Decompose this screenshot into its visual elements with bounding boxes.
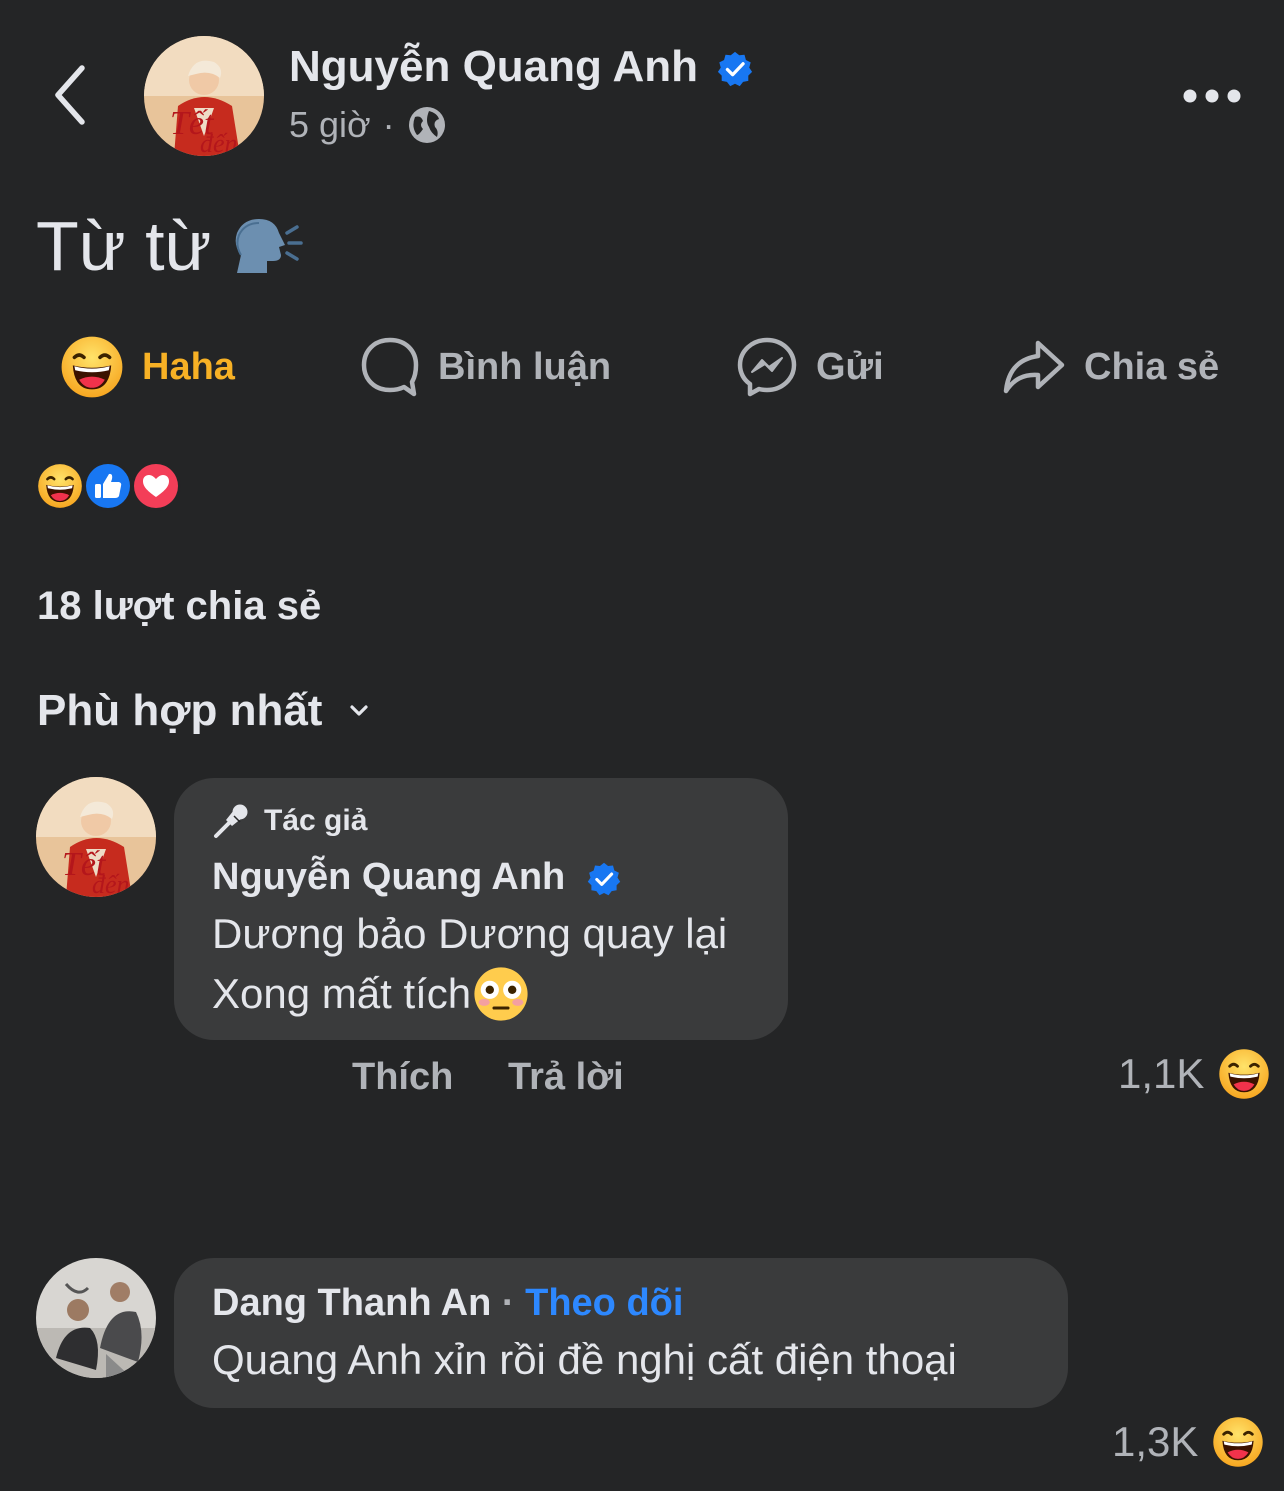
comment-line-2: Xong mất tích	[212, 970, 472, 1017]
comment-label: Bình luận	[438, 345, 612, 388]
comment-line-1: Dương bảo Dương quay lại	[212, 910, 728, 957]
verified-badge-icon	[586, 861, 622, 897]
back-button[interactable]	[50, 62, 90, 128]
haha-icon	[60, 335, 124, 399]
messenger-icon	[737, 337, 797, 397]
haha-icon	[34, 460, 86, 512]
comment-icon	[361, 337, 419, 397]
comment-reaction-count-value: 1,3K	[1112, 1418, 1199, 1465]
send-label: Gửi	[816, 345, 884, 388]
haha-icon	[1212, 1416, 1264, 1468]
chevron-down-icon	[350, 705, 369, 716]
comment-button[interactable]: Bình luận	[360, 330, 611, 404]
like-icon	[82, 460, 134, 512]
name-separator: ·	[501, 1282, 515, 1324]
post-text-content: Từ từ	[36, 207, 212, 285]
author-badge: Tác giả	[212, 802, 367, 840]
meta-separator: ·	[382, 104, 395, 145]
more-options-button[interactable]	[1180, 84, 1244, 108]
follow-button[interactable]: Theo dõi	[525, 1282, 683, 1324]
comment-text: Quang Anh xỉn rồi đề nghị cất điện thoại	[212, 1336, 957, 1383]
speaking-head-icon	[236, 219, 304, 273]
author-avatar[interactable]	[144, 36, 264, 156]
comment-header: Dang Thanh An · Theo dõi	[212, 1282, 683, 1325]
post-author-name: Nguyễn Quang Anh	[289, 42, 699, 91]
comment-author[interactable]: Nguyễn Quang Anh	[212, 856, 622, 899]
verified-badge-icon	[716, 50, 754, 88]
microphone-icon	[214, 804, 248, 838]
sort-label: Phù hợp nhất	[37, 686, 323, 735]
reactions-summary[interactable]	[34, 460, 181, 512]
haha-label: Haha	[142, 345, 235, 388]
author-badge-label: Tác giả	[264, 804, 368, 837]
comment-reply-button[interactable]: Trả lời	[508, 1056, 624, 1099]
post-author[interactable]: Nguyễn Quang Anh	[289, 42, 754, 92]
comment-reaction-count[interactable]: 1,1K	[1118, 1048, 1270, 1100]
comment-line-2-row: Xong mất tích	[212, 964, 727, 1024]
comment-reaction-count-value: 1,1K	[1118, 1050, 1205, 1097]
post-text: Từ từ	[36, 206, 304, 286]
share-icon	[1003, 340, 1065, 394]
comment-avatar[interactable]	[36, 777, 156, 897]
comment-sort-dropdown[interactable]: Phù hợp nhất	[37, 686, 370, 736]
haha-icon	[1218, 1048, 1270, 1100]
comment-author-name[interactable]: Dang Thanh An	[212, 1282, 491, 1324]
post-meta: 5 giờ ·	[289, 104, 447, 146]
comment-reaction-count[interactable]: 1,3K	[1112, 1416, 1264, 1468]
globe-icon	[408, 107, 445, 143]
send-button[interactable]: Gửi	[736, 330, 884, 404]
post-time[interactable]: 5 giờ	[289, 104, 371, 146]
share-label: Chia sẻ	[1084, 345, 1220, 388]
comment-avatar[interactable]	[36, 1258, 156, 1378]
share-count[interactable]: 18 lượt chia sẻ	[37, 584, 321, 629]
share-button[interactable]: Chia sẻ	[1002, 330, 1219, 404]
comment-like-button[interactable]: Thích	[352, 1056, 453, 1099]
haha-reaction-button[interactable]: Haha	[60, 330, 235, 404]
more-horizontal-icon	[1183, 89, 1241, 103]
love-icon	[130, 460, 182, 512]
comment-text: Dương bảo Dương quay lại Xong mất tích	[212, 904, 727, 1024]
comment-author-name: Nguyễn Quang Anh	[212, 856, 566, 898]
chevron-left-icon	[55, 65, 85, 125]
flushed-face-icon	[474, 967, 528, 1021]
